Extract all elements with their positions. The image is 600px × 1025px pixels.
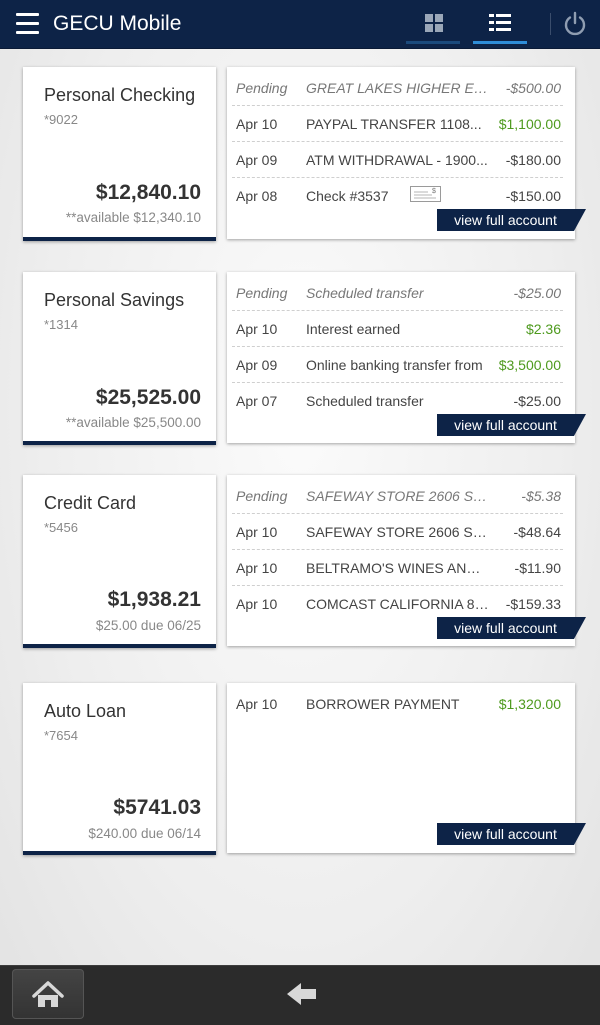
transaction-row[interactable]: Pending SAFEWAY STORE 2606 SAN FRANCISCO… [232, 477, 563, 514]
top-app-bar: GECU Mobile [0, 0, 600, 49]
transaction-amount: -$48.64 [513, 524, 561, 540]
back-arrow-icon[interactable] [285, 980, 319, 1008]
list-view-icon [489, 14, 511, 31]
transaction-row[interactable]: Apr 09 ATM WITHDRAWAL - 1900... -$180.00 [232, 141, 563, 178]
svg-text:$: $ [432, 188, 436, 195]
transaction-description: Check #3537 [306, 188, 389, 204]
account-card-personal-savings[interactable]: Personal Savings *1314 $25,525.00 **avai… [23, 272, 216, 445]
transaction-date: Pending [236, 80, 288, 96]
transaction-date: Apr 10 [236, 560, 278, 576]
available-balance: **available $12,340.10 [65, 210, 201, 225]
transaction-row[interactable]: Apr 10 BELTRAMO'S WINES ANDM... -$11.90 [232, 549, 563, 586]
transaction-row[interactable]: Apr 09 Online banking transfer from $3,5… [232, 346, 563, 383]
transaction-description: ATM WITHDRAWAL - 1900... [306, 152, 488, 168]
transaction-date: Pending [236, 285, 288, 301]
transaction-date: Apr 07 [236, 393, 278, 409]
account-balance: $5741.03 [113, 796, 201, 819]
transaction-date: Apr 10 [236, 321, 278, 337]
grid-view-tab[interactable] [406, 0, 460, 44]
account-name: Auto Loan [44, 701, 127, 721]
transaction-amount: -$11.90 [514, 560, 561, 576]
account-name: Personal Checking [44, 85, 196, 105]
transaction-amount: -$25.00 [513, 285, 561, 301]
transaction-description: Scheduled transfer [306, 393, 424, 409]
account-balance: $25,525.00 [95, 386, 201, 409]
home-icon [32, 981, 64, 1007]
transaction-row[interactable]: Pending Scheduled transfer -$25.00 [232, 274, 563, 311]
transaction-amount: -$180.00 [505, 152, 561, 168]
transaction-date: Apr 10 [236, 524, 278, 540]
transaction-row[interactable]: Apr 10 Interest earned $2.36 [232, 310, 563, 347]
payment-due: $240.00 due 06/14 [88, 826, 201, 841]
account-number: *9022 [44, 112, 78, 127]
transaction-row[interactable]: Apr 10 COMCAST CALIFORNIA 80... -$159.33 [232, 585, 563, 621]
app-title: GECU Mobile [53, 12, 182, 35]
transaction-row[interactable]: Apr 08 Check #3537 $ -$150.00 [232, 177, 563, 213]
transaction-date: Apr 09 [236, 357, 278, 373]
transaction-amount: -$5.38 [521, 488, 561, 504]
transaction-date: Apr 10 [236, 596, 278, 612]
transaction-amount: -$25.00 [513, 393, 561, 409]
hamburger-menu-icon[interactable] [16, 13, 39, 34]
header-divider [550, 13, 551, 35]
transaction-row[interactable]: Pending GREAT LAKES HIGHER EDUCATION -$5… [232, 69, 563, 106]
account-name: Personal Savings [44, 290, 185, 310]
transaction-description: Interest earned [306, 321, 401, 337]
transaction-date: Apr 10 [236, 116, 278, 132]
transaction-row[interactable]: Apr 07 Scheduled transfer -$25.00 [232, 382, 563, 418]
transaction-amount: -$159.33 [505, 596, 561, 612]
transaction-date: Apr 10 [236, 696, 278, 712]
transaction-row[interactable]: Apr 10 SAFEWAY STORE 2606 SAN... -$48.64 [232, 513, 563, 550]
transaction-amount: $2.36 [525, 321, 561, 337]
check-image-icon[interactable]: $ [410, 186, 441, 202]
account-balance: $12,840.10 [95, 181, 201, 204]
transaction-date: Apr 09 [236, 152, 278, 168]
transaction-description: Online banking transfer from [306, 357, 483, 373]
transaction-description: SAFEWAY STORE 2606 SAN... [306, 524, 490, 540]
home-button[interactable] [12, 969, 84, 1019]
transaction-description: COMCAST CALIFORNIA 80... [306, 596, 490, 612]
view-full-account-button[interactable]: view full account [437, 209, 586, 231]
account-balance: $1,938.21 [107, 588, 201, 611]
account-number: *5456 [44, 520, 78, 535]
transaction-amount: -$500.00 [505, 80, 561, 96]
grid-view-icon [425, 14, 443, 32]
transaction-amount: $1,100.00 [498, 116, 561, 132]
view-full-account-button[interactable]: view full account [437, 414, 586, 436]
payment-due: $25.00 due 06/25 [95, 618, 201, 633]
transaction-amount: $1,320.00 [498, 696, 561, 712]
transaction-description: GREAT LAKES HIGHER EDUCATION [306, 80, 490, 96]
account-number: *1314 [44, 317, 78, 332]
account-card-auto-loan[interactable]: Auto Loan *7654 $5741.03 $240.00 due 06/… [23, 683, 216, 855]
list-view-tab[interactable] [473, 0, 527, 44]
system-navigation-bar [0, 965, 600, 1025]
transaction-row[interactable]: Apr 10 BORROWER PAYMENT $1,320.00 [232, 685, 563, 721]
transaction-description: SAFEWAY STORE 2606 SAN FRANCISCO [306, 488, 490, 504]
transaction-amount: $3,500.00 [498, 357, 561, 373]
transaction-description: BELTRAMO'S WINES ANDM... [306, 560, 490, 576]
power-icon[interactable] [563, 11, 587, 37]
view-full-account-button[interactable]: view full account [437, 617, 586, 639]
transaction-description: PAYPAL TRANSFER 1108... [306, 116, 482, 132]
transaction-date: Pending [236, 488, 288, 504]
account-name: Credit Card [44, 493, 137, 513]
transaction-description: Scheduled transfer [306, 285, 424, 301]
account-card-credit-card[interactable]: Credit Card *5456 $1,938.21 $25.00 due 0… [23, 475, 216, 648]
account-card-personal-checking[interactable]: Personal Checking *9022 $12,840.10 **ava… [23, 67, 216, 241]
account-number: *7654 [44, 728, 78, 743]
transaction-description: BORROWER PAYMENT [306, 696, 460, 712]
transaction-date: Apr 08 [236, 188, 278, 204]
view-full-account-button[interactable]: view full account [437, 823, 586, 845]
transaction-row[interactable]: Apr 10 PAYPAL TRANSFER 1108... $1,100.00 [232, 105, 563, 142]
transaction-amount: -$150.00 [505, 188, 561, 204]
available-balance: **available $25,500.00 [65, 415, 201, 430]
